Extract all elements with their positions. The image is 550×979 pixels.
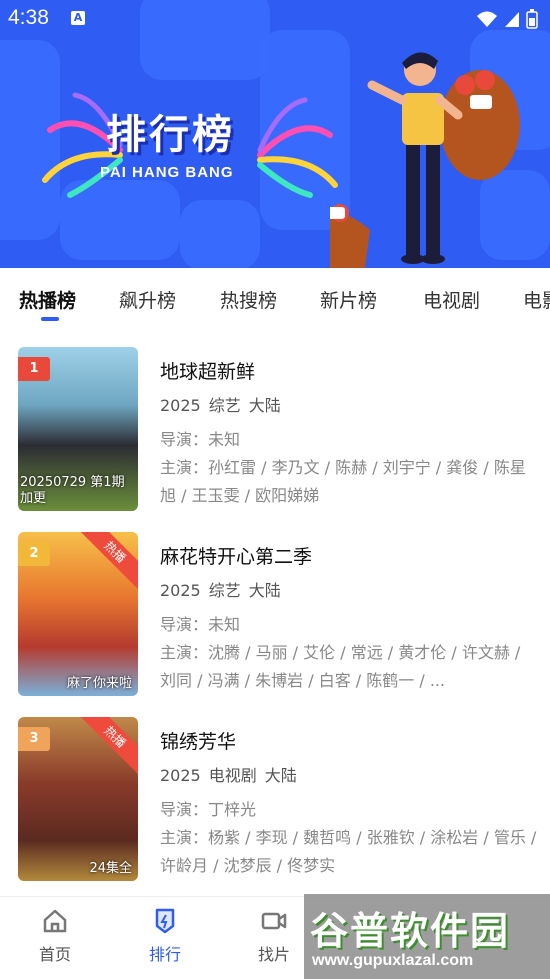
nav-ranking[interactable]: 排行 — [125, 907, 205, 965]
tab-movie[interactable]: 电影 — [523, 286, 550, 313]
item-year: 2025 — [160, 766, 201, 785]
watermark-text: 谷普软件园 — [310, 909, 511, 953]
tab-indicator — [41, 317, 59, 321]
item-region: 大陆 — [248, 396, 281, 415]
item-info: 地球超新鲜 2025 综艺 大陆 导演：未知 主演：孙红雷 / 李乃文 / 陈赫 /… — [160, 357, 540, 510]
nav-ranking-label: 排行 — [148, 945, 181, 964]
item-meta: 2025 综艺 大陆 — [160, 392, 540, 416]
item-genre: 综艺 — [208, 396, 241, 415]
item-cast: 主演：孙红雷 / 李乃文 / 陈赫 / 刘宇宁 / 龚俊 / 陈星旭 / 王玉雯… — [160, 458, 526, 505]
tab-new-release[interactable]: 新片榜 — [320, 286, 377, 313]
item-director: 导演：未知 — [160, 430, 241, 449]
item-year: 2025 — [160, 396, 201, 415]
item-genre: 电视剧 — [208, 766, 257, 785]
item-title[interactable]: 锦绣芳华 — [160, 727, 540, 754]
item-info: 锦绣芳华 2025 电视剧 大陆 导演：丁梓光 主演：杨紫 / 李现 / 魏哲鸣 /… — [160, 727, 540, 880]
nav-find[interactable]: 找片 — [234, 907, 314, 965]
nav-home[interactable]: 首页 — [15, 907, 95, 965]
rank-badge: 1 — [18, 357, 50, 381]
home-icon — [43, 909, 67, 933]
tab-hot-search[interactable]: 热搜榜 — [220, 286, 277, 313]
nav-home-label: 首页 — [38, 945, 71, 964]
wifi-icon — [477, 11, 497, 27]
poster-image[interactable]: 1 20250729 第1期加更 — [18, 347, 138, 511]
hot-badge: 热播 — [76, 532, 138, 591]
item-cast: 主演：杨紫 / 李现 / 魏哲鸣 / 张雅钦 / 涂松岩 / 管乐 / 许龄月 … — [160, 828, 537, 875]
banner-title-block: 排行榜 PAI HANG BANG — [40, 92, 340, 202]
battery-icon — [526, 9, 538, 29]
poster-caption: 20250729 第1期加更 — [20, 475, 125, 506]
rank-badge: 3 — [18, 727, 50, 751]
item-year: 2025 — [160, 581, 201, 600]
item-meta: 2025 电视剧 大陆 — [160, 762, 540, 786]
item-info: 麻花特开心第二季 2025 综艺 大陆 导演：未知 主演：沈腾 / 马丽 / 艾伦 … — [160, 542, 540, 695]
category-tabs: 热播榜 飙升榜 热搜榜 新片榜 电视剧 电影 — [0, 268, 550, 324]
item-region: 大陆 — [264, 766, 297, 785]
signal-icon — [505, 12, 519, 27]
item-title[interactable]: 地球超新鲜 — [160, 357, 540, 384]
item-title[interactable]: 麻花特开心第二季 — [160, 542, 540, 569]
tab-hot-play[interactable]: 热播榜 — [19, 286, 76, 313]
item-genre: 综艺 — [208, 581, 241, 600]
banner: 排行榜 PAI HANG BANG — [0, 0, 550, 268]
ranking-icon — [155, 908, 175, 934]
banner-decoration — [180, 200, 260, 268]
system-icons — [476, 9, 538, 29]
item-meta: 2025 综艺 大陆 — [160, 577, 540, 601]
hot-badge: 热播 — [76, 717, 138, 776]
watermark-url: www.gupuxlazal.com — [312, 952, 474, 969]
watermark: 谷普软件园 www.gupuxlazal.com — [304, 894, 550, 979]
tab-tv-series[interactable]: 电视剧 — [423, 286, 480, 313]
status-time: 4:38 — [8, 6, 49, 29]
poster-caption: 24集全 — [89, 861, 132, 876]
rank-badge: 2 — [18, 542, 50, 566]
notification-icon: A — [71, 11, 85, 25]
poster-image[interactable]: 3 热播 24集全 — [18, 717, 138, 881]
video-icon — [261, 912, 287, 930]
banner-title: 排行榜 — [106, 112, 235, 158]
item-director: 导演：未知 — [160, 615, 241, 634]
item-director: 导演：丁梓光 — [160, 800, 257, 819]
banner-subtitle: PAI HANG BANG — [100, 164, 234, 181]
nav-find-label: 找片 — [257, 945, 290, 964]
character-illustration-icon — [330, 52, 520, 268]
list-item[interactable]: 3 热播 24集全 锦绣芳华 2025 电视剧 大陆 导演：丁梓光 主演：杨紫 / … — [0, 717, 550, 887]
tab-rising[interactable]: 飙升榜 — [119, 286, 176, 313]
poster-image[interactable]: 2 热播 麻了你来啦 — [18, 532, 138, 696]
list-item[interactable]: 2 热播 麻了你来啦 麻花特开心第二季 2025 综艺 大陆 导演：未知 主演：沈腾… — [0, 532, 550, 702]
status-bar: 4:38 A — [0, 0, 550, 38]
list-item[interactable]: 1 20250729 第1期加更 地球超新鲜 2025 综艺 大陆 导演：未知 主演… — [0, 347, 550, 517]
poster-caption: 麻了你来啦 — [66, 676, 132, 691]
item-region: 大陆 — [248, 581, 281, 600]
item-cast: 主演：沈腾 / 马丽 / 艾伦 / 常远 / 黄才伦 / 许文赫 / 刘同 / … — [160, 643, 521, 690]
